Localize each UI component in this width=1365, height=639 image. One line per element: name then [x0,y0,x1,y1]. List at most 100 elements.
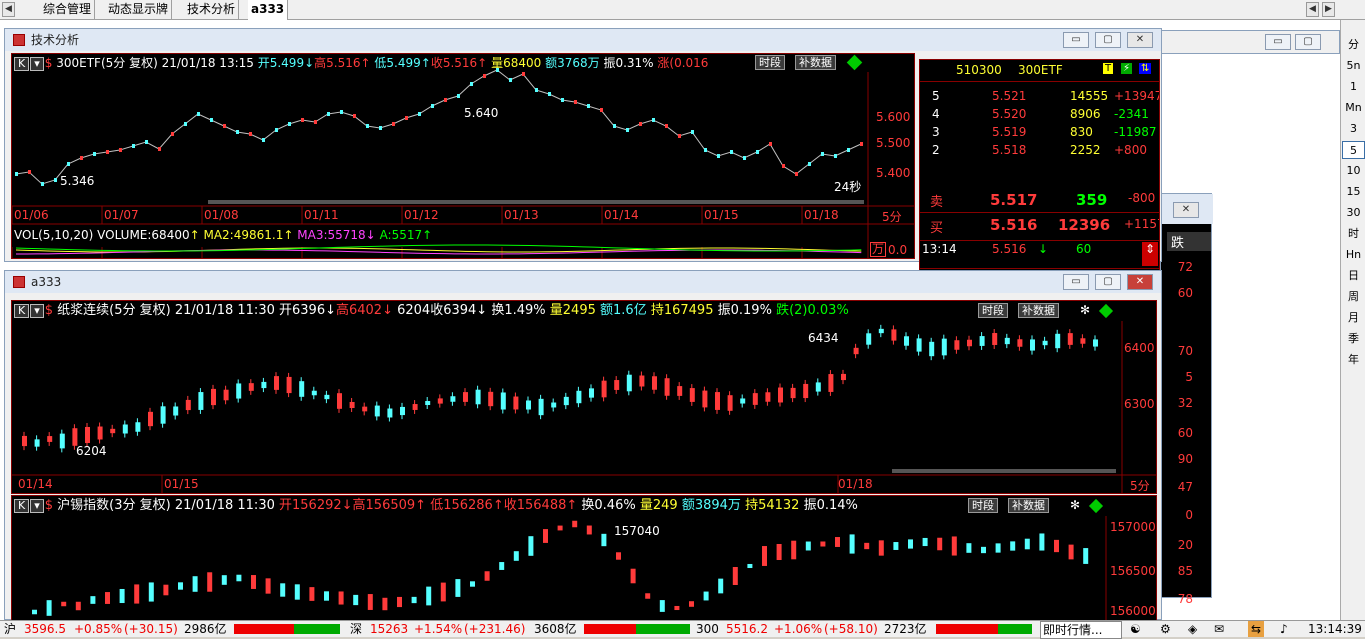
candle [967,339,972,347]
side-label: 5 [1185,370,1193,384]
candle [835,537,840,547]
candle [979,336,985,346]
side-label: 78 [1177,592,1193,606]
candle [311,390,317,396]
connect-icon[interactable]: ⇆ [1248,621,1265,637]
candle [405,116,408,120]
candle [600,108,603,112]
ask-vol: 2252 [1070,143,1101,157]
sz-breadth-bar [584,624,690,634]
restore-icon[interactable]: ▢ [1295,34,1321,50]
tab-technical[interactable]: 技术分析 [184,0,240,20]
period-button-30[interactable]: 30 [1342,204,1365,222]
candle [198,392,204,410]
quote-panel[interactable]: 510300 300ETF T ⚡ ⇅ 5 5.521 14555 +13947 4 5.… [919,59,1160,288]
tab-overview[interactable]: 综合管理 [40,0,96,20]
candle [59,433,65,449]
candle [67,162,70,166]
restore-icon[interactable]: ▢ [1095,32,1121,48]
date-tick: 01/06 [14,208,49,222]
period-button-周[interactable]: 周 [1342,288,1365,306]
scroll-arrows-icon[interactable]: ⇕ [1142,242,1158,266]
pulp-chart-pane[interactable]: K ▾ $ 纸浆连续(5分 复权) 21/01/18 11:30 开6396↓高64… [11,300,1157,494]
candle [85,426,90,444]
price-tick: 6400 [1124,341,1155,355]
period-button-分[interactable]: 分 [1342,36,1365,54]
candle [616,552,621,560]
period-button-5[interactable]: 5 [1342,141,1365,159]
period-button-季[interactable]: 季 [1342,330,1365,348]
etf-chart-pane[interactable]: K ▾ $ 300ETF(5分 复权) 21/01/18 13:15 开5.499↓… [11,53,915,259]
close-icon[interactable]: ✕ [1127,274,1153,290]
buy-row: 买 5.516 12396 +11570 [920,212,1159,236]
minimize-icon[interactable]: ▭ [1063,32,1089,48]
minimize-icon[interactable]: ▭ [1265,34,1291,50]
technical-analysis-window[interactable]: 技术分析 ▭ ▢ ✕ K ▾ $ 300ETF(5分 复权) 21/01/18 13… [4,28,1162,288]
candle [366,124,369,128]
speaker-icon[interactable]: ♪ [1280,621,1288,637]
candle [32,609,37,615]
period-button-时[interactable]: 时 [1342,225,1365,243]
period-button-3[interactable]: 3 [1342,120,1365,138]
candle [309,587,315,601]
candle [440,582,446,602]
message-icon[interactable]: ✉ [1214,621,1224,637]
candle [236,383,242,399]
candle [134,584,140,604]
candle [301,118,304,122]
close-icon[interactable]: ✕ [1127,32,1153,48]
side-window[interactable]: ✕ 跌 72 60 70 5 32 60 90 47 0 20 85 78 [1160,193,1213,606]
sh-pct: +0.85% [74,622,123,636]
news-ticker[interactable]: 即时行情... [1040,621,1122,639]
tools-icon[interactable]: ⚙ [1160,621,1171,637]
tab-dynamic-board[interactable]: 动态显示牌 [105,0,173,20]
period-button-Mn[interactable]: Mn [1342,99,1365,117]
scrollbar [892,469,1116,473]
tab-scroll-left-icon[interactable]: ◀ [1306,2,1319,17]
restore-icon[interactable]: ▢ [1095,274,1121,290]
clock: 13:14:39 [1308,622,1362,636]
background-window[interactable]: ▭ ▢ [1160,30,1340,54]
a333-window[interactable]: a333 ▭ ▢ ✕ K ▾ $ 纸浆连续(5分 复权) 21/01/18 11:3… [4,270,1162,621]
period-button-1[interactable]: 1 [1342,78,1365,96]
candle [1055,333,1061,349]
swap-icon[interactable]: ⇅ [1139,63,1152,74]
candle [148,582,154,602]
candle [484,571,490,581]
tab-a333[interactable]: a333 [248,0,289,20]
candle [563,396,569,406]
candle [197,112,200,116]
minimize-icon[interactable]: ▭ [1063,274,1089,290]
candle [659,600,665,612]
alert-icon[interactable]: ◈ [1188,621,1197,637]
tin-chart-pane[interactable]: K ▾ $ 沪锡指数(3分 复权) 21/01/18 11:30 开156292↓高… [11,495,1157,621]
i300-breadth-bar [936,624,1032,634]
app-icon [13,276,25,288]
candle [158,147,161,151]
period-button-10[interactable]: 10 [1342,162,1365,180]
network-icon[interactable]: ☯ [1130,621,1141,637]
candle [275,128,278,132]
candle [1017,339,1023,347]
candle [286,376,292,394]
period-button-15[interactable]: 15 [1342,183,1365,201]
period-button-Hn[interactable]: Hn [1342,246,1365,264]
period-button-日[interactable]: 日 [1342,267,1365,285]
pulp-price-chart [12,321,1156,493]
tab-scroll-left-icon[interactable]: ◀ [2,2,15,17]
candle [665,124,668,128]
candle [908,539,913,549]
refresh-icon[interactable]: ⚡ [1121,63,1133,74]
period-button-5n[interactable]: 5n [1342,57,1365,75]
candle [528,536,534,556]
period-button-月[interactable]: 月 [1342,309,1365,327]
candle [769,142,772,146]
t-icon[interactable]: T [1103,63,1114,74]
period-button-年[interactable]: 年 [1342,351,1365,369]
tab-scroll-right-icon[interactable]: ▶ [1322,2,1335,17]
candle [626,128,629,132]
candle [715,392,720,410]
close-icon[interactable]: ✕ [1173,202,1199,218]
candle [280,583,286,597]
candle [457,94,460,98]
